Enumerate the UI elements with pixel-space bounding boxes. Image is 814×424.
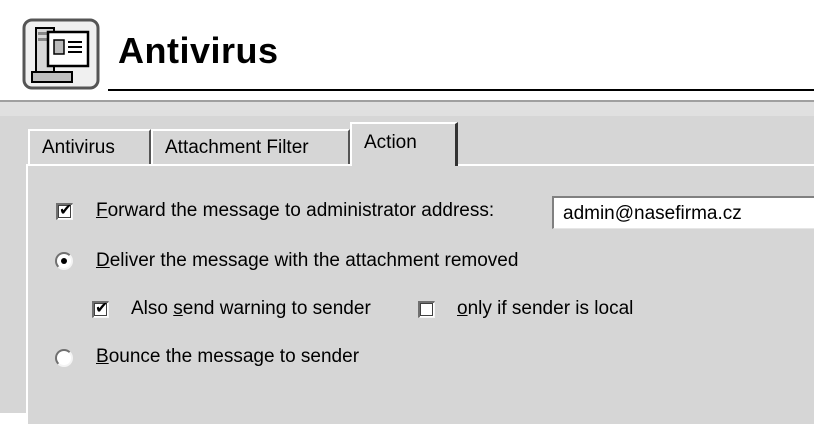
deliver-label-text: eliver the message with the attachment r… <box>109 250 519 271</box>
tab-antivirus[interactable]: Antivirus <box>28 129 151 165</box>
active-tab-connector <box>352 163 455 167</box>
deliver-label[interactable]: Deliver the message with the attachment … <box>96 250 518 272</box>
only-local-label[interactable]: only if sender is local <box>457 298 633 320</box>
warn-sender-label-pre: Also <box>131 298 174 319</box>
admin-address-value: admin@nasefirma.cz <box>563 203 742 224</box>
only-local-label-accel: o <box>457 298 468 319</box>
tab-attachment-filter[interactable]: Attachment Filter <box>151 129 350 165</box>
warn-sender-label[interactable]: Also send warning to sender <box>131 298 371 320</box>
panel-top-band <box>0 102 814 116</box>
forward-checkbox[interactable]: ✔ <box>56 202 73 220</box>
forward-label[interactable]: Forward the message to administrator add… <box>96 200 494 222</box>
only-local-checkbox[interactable] <box>418 301 435 318</box>
warn-sender-checkbox[interactable]: ✔ <box>92 300 109 318</box>
check-icon: ✔ <box>59 202 73 219</box>
warn-sender-label-accel: s <box>173 298 183 319</box>
tab-action[interactable]: Action <box>350 122 458 166</box>
forward-label-accel: F <box>96 200 108 221</box>
check-icon: ✔ <box>95 300 109 317</box>
bounce-radio[interactable] <box>55 349 73 367</box>
bounce-label[interactable]: Bounce the message to sender <box>96 346 359 368</box>
admin-address-field[interactable]: admin@nasefirma.cz <box>552 196 814 229</box>
antivirus-server-icon <box>22 18 100 90</box>
deliver-radio[interactable] <box>55 252 73 270</box>
bounce-label-accel: B <box>96 346 109 367</box>
title-underline <box>108 89 814 91</box>
forward-label-text: orward the message to administrator addr… <box>107 200 495 221</box>
radio-selected-dot <box>61 258 67 264</box>
warn-sender-label-text: end warning to sender <box>182 298 371 319</box>
page-header: Antivirus <box>0 0 814 100</box>
deliver-label-accel: D <box>96 250 110 271</box>
bounce-label-text: ounce the message to sender <box>108 346 360 367</box>
page-title: Antivirus <box>118 30 279 71</box>
only-local-label-text: nly if sender is local <box>467 298 634 319</box>
